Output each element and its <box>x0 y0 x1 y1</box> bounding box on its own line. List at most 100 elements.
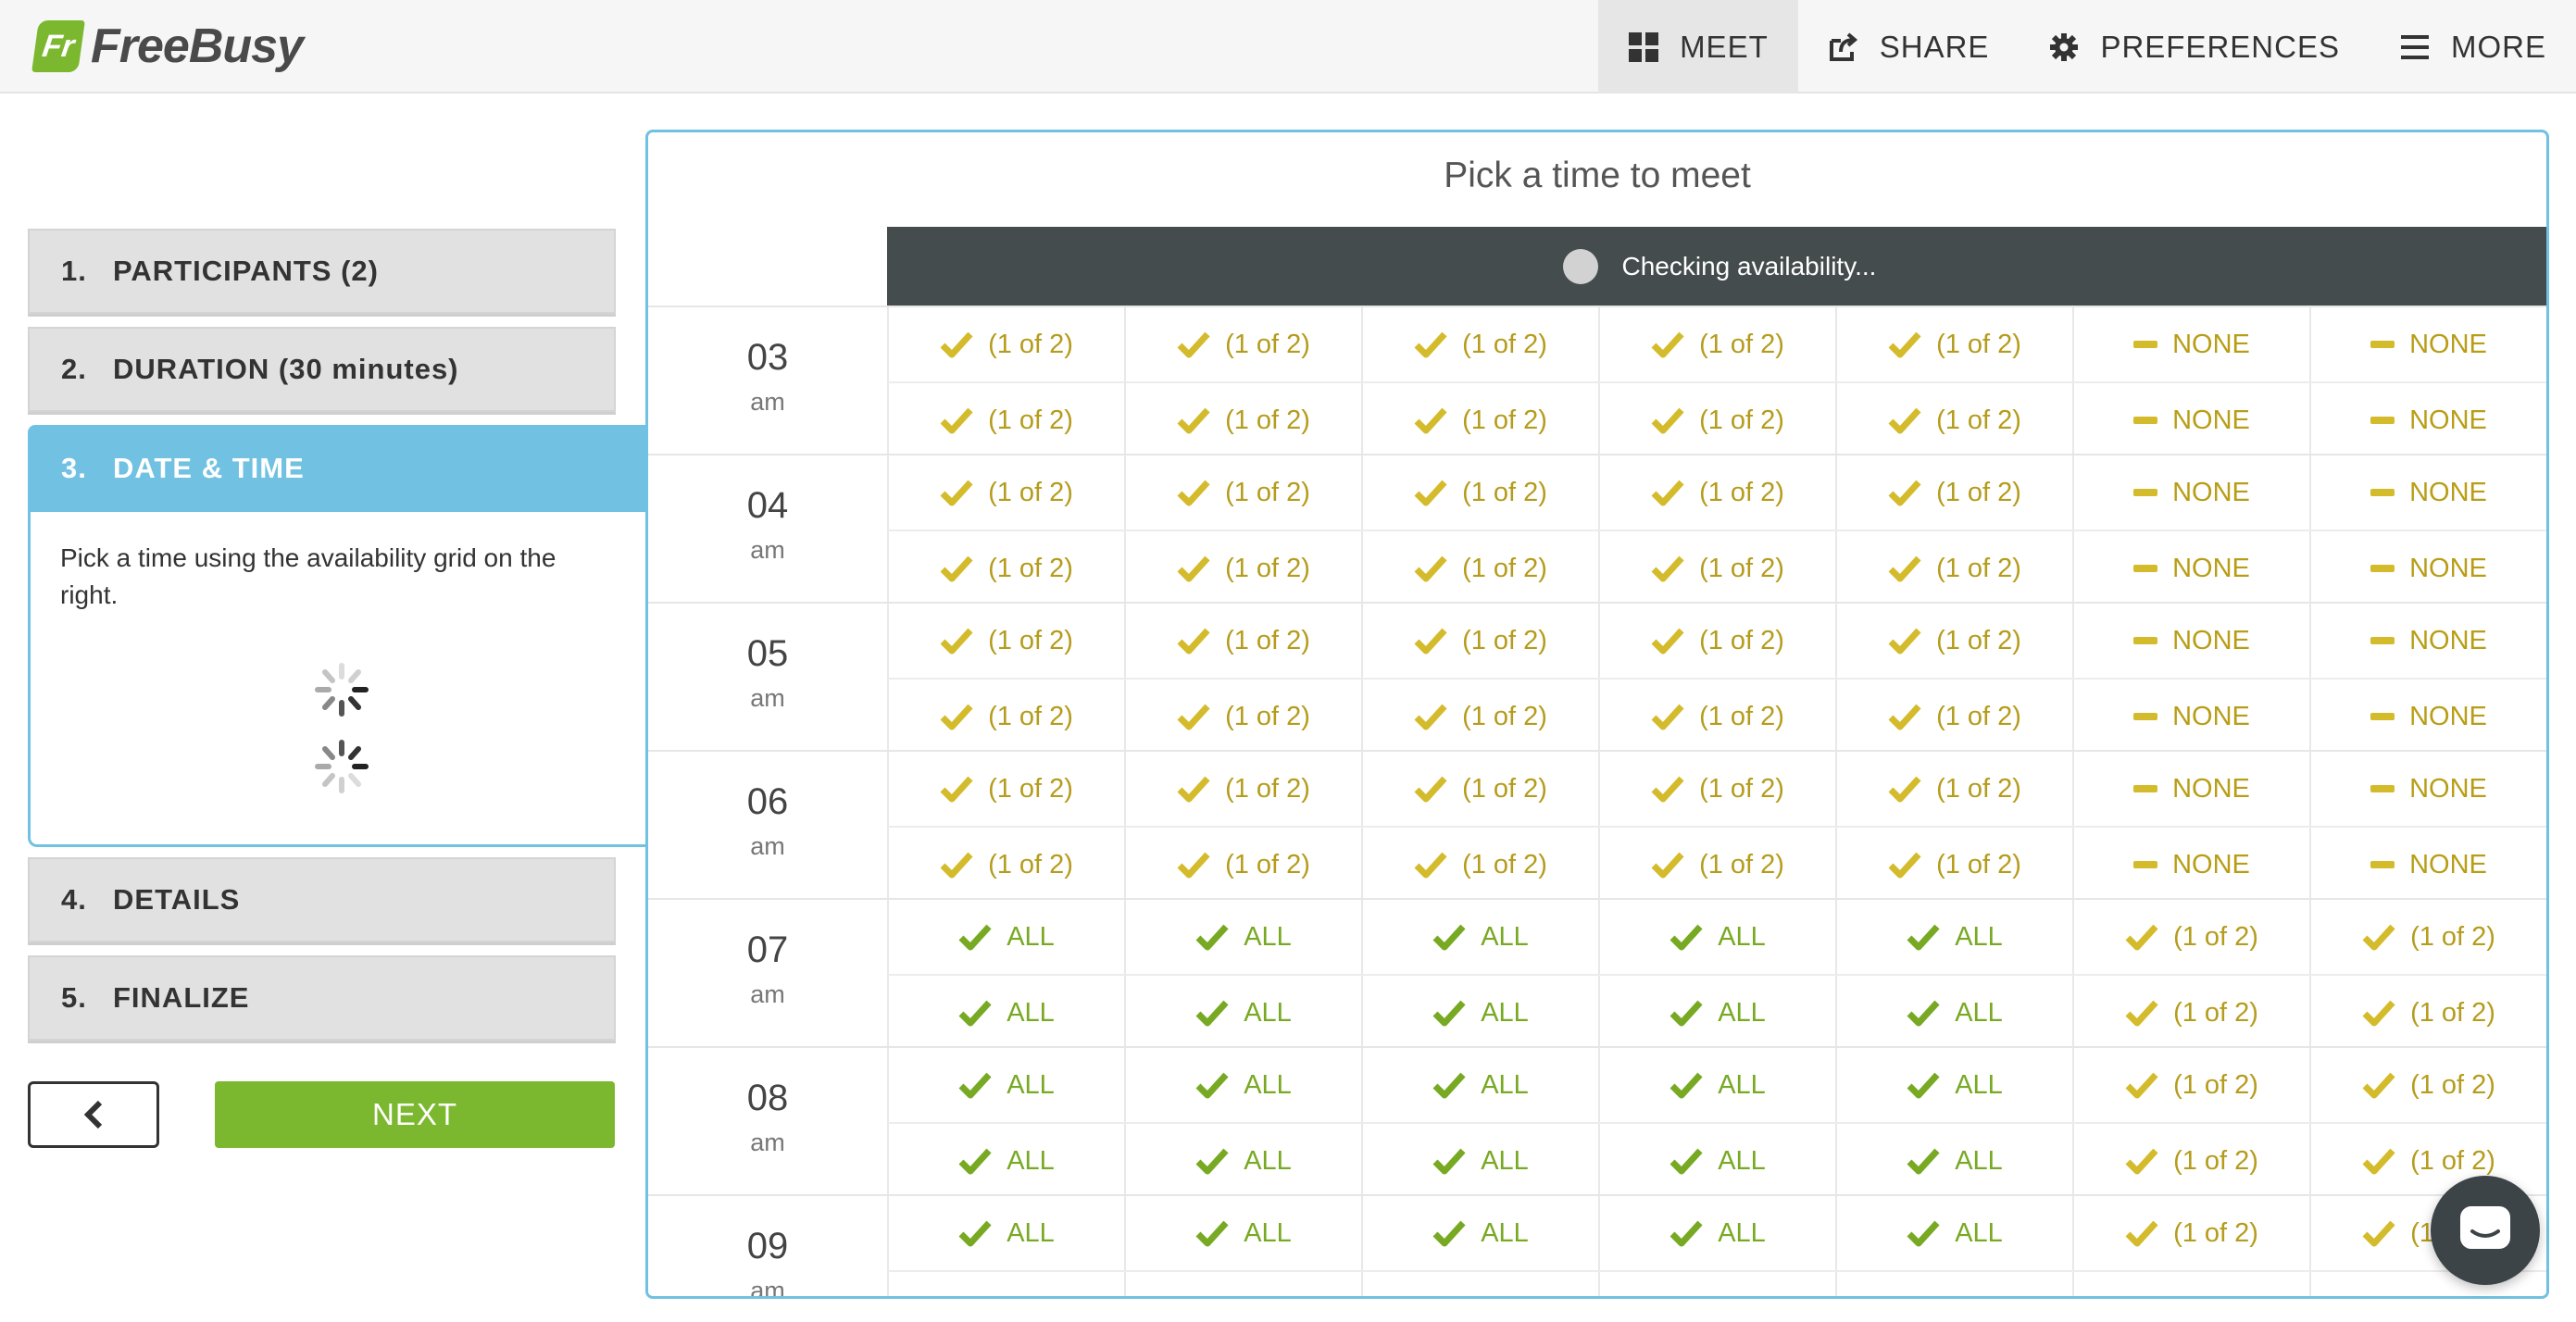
time-slot-cell[interactable]: (1 of 2) <box>887 828 1124 902</box>
time-slot-cell[interactable]: ALL <box>1361 1124 1598 1198</box>
time-slot-cell[interactable]: ALL <box>1124 1048 1361 1122</box>
time-slot-cell[interactable]: (1 of 2) <box>1598 531 1835 605</box>
time-slot-cell[interactable]: (1 of 2) <box>2309 900 2546 974</box>
time-slot-cell[interactable]: (1 of 2) <box>1835 680 2072 754</box>
chat-button[interactable] <box>2431 1176 2540 1285</box>
time-slot-cell[interactable]: (1 of 2) <box>1835 383 2072 457</box>
time-slot-cell[interactable]: (1 of 2) <box>1835 307 2072 381</box>
time-slot-cell[interactable]: (1 of 2) <box>1598 383 1835 457</box>
time-slot-cell[interactable]: ALL <box>887 1124 1124 1198</box>
time-slot-cell[interactable]: NONE <box>2072 383 2309 457</box>
time-slot-cell[interactable]: (1 of 2) <box>2072 1272 2309 1296</box>
time-slot-cell[interactable]: (1 of 2) <box>2309 976 2546 1050</box>
time-slot-cell[interactable]: ALL <box>1598 900 1835 974</box>
time-slot-cell[interactable]: (1 of 2) <box>1124 752 1361 826</box>
back-button[interactable] <box>28 1081 159 1148</box>
time-slot-cell[interactable]: (1 of 2) <box>1835 752 2072 826</box>
time-slot-cell[interactable]: NONE <box>2072 604 2309 678</box>
nav-item-meet[interactable]: MEET <box>1598 0 1798 94</box>
time-slot-cell[interactable]: (1 of 2) <box>1598 604 1835 678</box>
nav-item-more[interactable]: MORE <box>2370 0 2576 94</box>
time-slot-cell[interactable]: (1 of 2) <box>1835 455 2072 530</box>
time-slot-cell[interactable]: ALL <box>1598 1272 1835 1296</box>
time-slot-cell[interactable]: NONE <box>2072 307 2309 381</box>
nav-item-share[interactable]: SHARE <box>1798 0 2020 94</box>
time-slot-cell[interactable]: (1 of 2) <box>2072 1196 2309 1270</box>
time-slot-cell[interactable]: NONE <box>2309 680 2546 754</box>
time-slot-cell[interactable]: ALL <box>1124 1196 1361 1270</box>
time-slot-cell[interactable]: ALL <box>1835 1124 2072 1198</box>
time-slot-cell[interactable]: (1 of 2) <box>1124 307 1361 381</box>
time-slot-cell[interactable]: (1 of 2) <box>1598 307 1835 381</box>
time-slot-cell[interactable]: ALL <box>1598 1124 1835 1198</box>
time-slot-cell[interactable]: ALL <box>1124 900 1361 974</box>
time-slot-cell[interactable]: NONE <box>2072 752 2309 826</box>
time-slot-cell[interactable]: ALL <box>1361 1048 1598 1122</box>
time-slot-cell[interactable]: NONE <box>2072 680 2309 754</box>
time-slot-cell[interactable]: (1 of 2) <box>2309 1048 2546 1122</box>
time-slot-cell[interactable]: (1 of 2) <box>887 455 1124 530</box>
time-slot-cell[interactable]: (1 of 2) <box>2072 1048 2309 1122</box>
time-slot-cell[interactable]: (1 of 2) <box>887 531 1124 605</box>
time-slot-cell[interactable]: (1 of 2) <box>1361 531 1598 605</box>
time-slot-cell[interactable]: (1 of 2) <box>887 604 1124 678</box>
time-slot-cell[interactable]: NONE <box>2072 828 2309 902</box>
time-slot-cell[interactable]: NONE <box>2309 828 2546 902</box>
time-slot-cell[interactable]: NONE <box>2309 307 2546 381</box>
time-slot-cell[interactable]: ALL <box>1835 900 2072 974</box>
time-slot-cell[interactable]: (1 of 2) <box>887 680 1124 754</box>
time-slot-cell[interactable]: (1 of 2) <box>1124 531 1361 605</box>
time-slot-cell[interactable]: (1 of 2) <box>1598 752 1835 826</box>
time-slot-cell[interactable]: (1 of 2) <box>887 752 1124 826</box>
time-slot-cell[interactable]: (1 of 2) <box>1361 383 1598 457</box>
time-slot-cell[interactable]: (1 of 2) <box>1124 455 1361 530</box>
time-slot-cell[interactable]: ALL <box>1598 1048 1835 1122</box>
time-slot-cell[interactable]: ALL <box>887 900 1124 974</box>
time-slot-cell[interactable]: ALL <box>887 976 1124 1050</box>
time-slot-cell[interactable]: ALL <box>1361 976 1598 1050</box>
time-slot-cell[interactable]: ALL <box>1124 1272 1361 1296</box>
time-slot-cell[interactable]: (1 of 2) <box>887 307 1124 381</box>
time-slot-cell[interactable]: (1 of 2) <box>1124 680 1361 754</box>
time-slot-cell[interactable]: ALL <box>1124 1124 1361 1198</box>
time-slot-cell[interactable]: (1 of 2) <box>1361 828 1598 902</box>
time-slot-cell[interactable]: (1 of 2) <box>1598 455 1835 530</box>
time-slot-cell[interactable]: NONE <box>2309 752 2546 826</box>
time-slot-cell[interactable]: ALL <box>1361 900 1598 974</box>
time-slot-cell[interactable]: (1 of 2) <box>1124 604 1361 678</box>
step-details[interactable]: 4. DETAILS <box>28 857 616 942</box>
freebusy-logo[interactable]: Fr FreeBusy <box>31 17 304 76</box>
time-slot-cell[interactable]: (1 of 2) <box>1361 680 1598 754</box>
time-slot-cell[interactable]: ALL <box>1835 976 2072 1050</box>
nav-item-preferences[interactable]: PREFERENCES <box>2019 0 2370 94</box>
time-slot-cell[interactable]: (1 of 2) <box>1124 828 1361 902</box>
time-slot-cell[interactable]: (1 of 2) <box>2072 900 2309 974</box>
time-slot-cell[interactable]: (1 of 2) <box>1835 604 2072 678</box>
time-slot-cell[interactable]: (1 of 2) <box>1835 531 2072 605</box>
time-slot-cell[interactable]: ALL <box>1361 1272 1598 1296</box>
time-slot-cell[interactable]: ALL <box>887 1048 1124 1122</box>
next-button[interactable]: NEXT <box>215 1081 615 1148</box>
time-slot-cell[interactable]: NONE <box>2072 531 2309 605</box>
time-slot-cell[interactable]: ALL <box>887 1196 1124 1270</box>
time-slot-cell[interactable]: NONE <box>2072 455 2309 530</box>
time-slot-cell[interactable]: (1 of 2) <box>1598 828 1835 902</box>
step-finalize[interactable]: 5. FINALIZE <box>28 955 616 1041</box>
time-slot-cell[interactable]: ALL <box>1361 1196 1598 1270</box>
time-slot-cell[interactable]: (1 of 2) <box>1598 680 1835 754</box>
time-slot-cell[interactable]: (1 of 2) <box>1361 752 1598 826</box>
time-slot-cell[interactable]: (1 of 2) <box>1124 383 1361 457</box>
time-slot-cell[interactable]: NONE <box>2309 531 2546 605</box>
time-slot-cell[interactable]: (1 of 2) <box>1361 307 1598 381</box>
time-slot-cell[interactable]: ALL <box>1835 1048 2072 1122</box>
time-slot-cell[interactable]: ALL <box>1835 1196 2072 1270</box>
time-slot-cell[interactable]: (1 of 2) <box>1361 455 1598 530</box>
time-slot-cell[interactable]: ALL <box>887 1272 1124 1296</box>
time-slot-cell[interactable]: ALL <box>1124 976 1361 1050</box>
step-date-time[interactable]: 3. DATE & TIME <box>28 425 648 512</box>
time-slot-cell[interactable]: (1 of 2) <box>1361 604 1598 678</box>
step-duration[interactable]: 2. DURATION (30 minutes) <box>28 327 616 412</box>
time-slot-cell[interactable]: NONE <box>2309 383 2546 457</box>
time-slot-cell[interactable]: ALL <box>1598 1196 1835 1270</box>
time-slot-cell[interactable]: (1 of 2) <box>2072 976 2309 1050</box>
